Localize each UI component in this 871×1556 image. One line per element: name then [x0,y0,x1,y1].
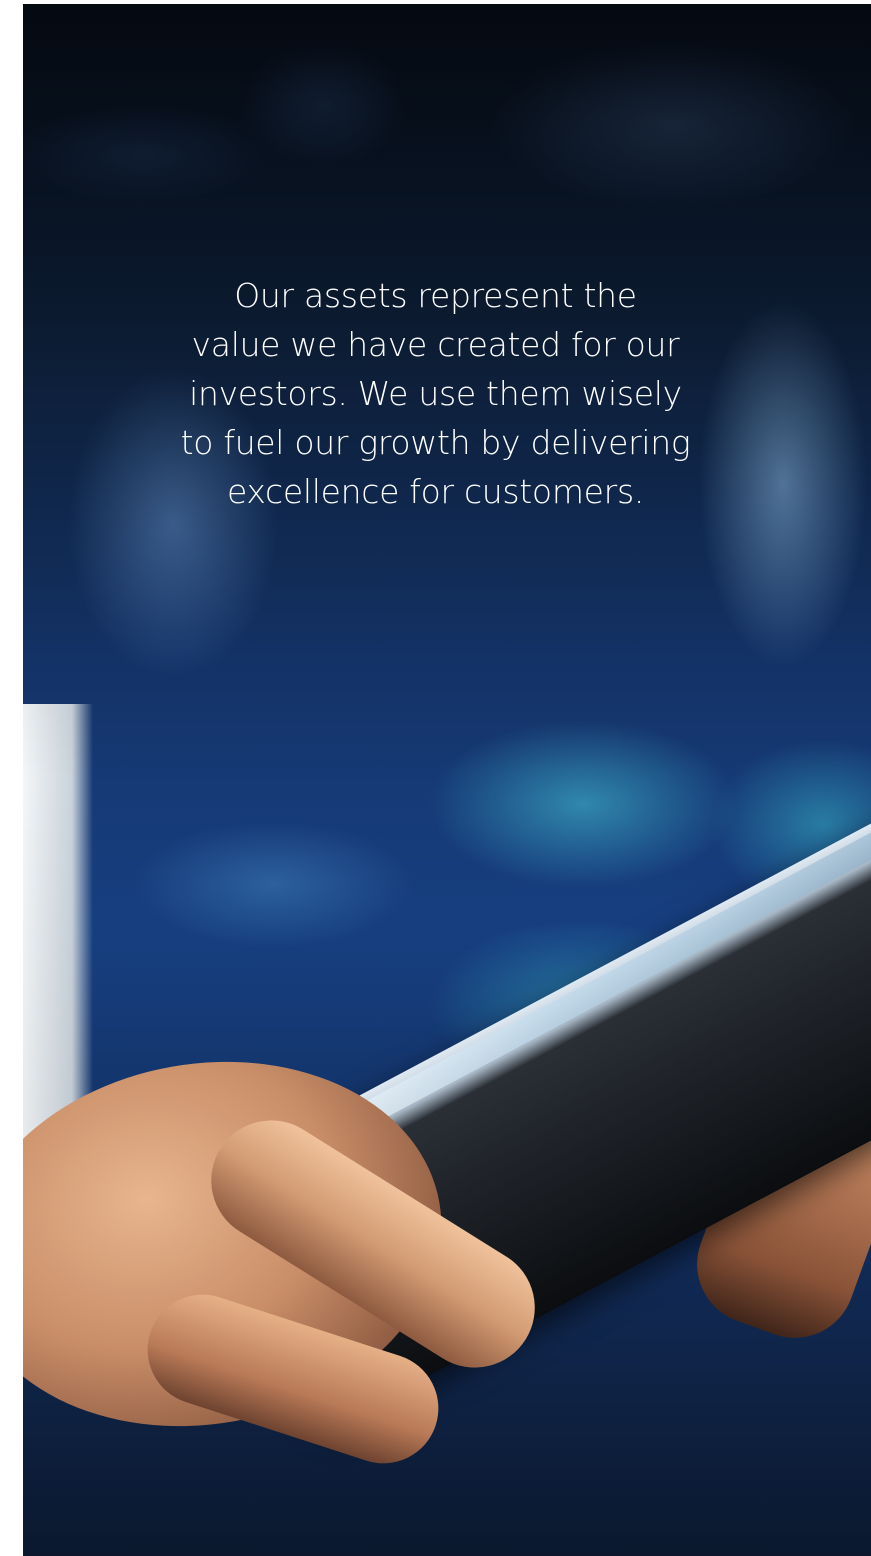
quote-line: excellence for customers. [226,472,645,511]
quote-line: investors. We use them wisely [189,374,682,413]
quote-line: Our assets represent the [234,276,637,315]
quote-line: value we have created for our [191,325,680,364]
page: Our assets represent the value we have c… [0,0,871,1556]
hero-quote: Our assets represent the value we have c… [0,271,871,516]
quote-line: to fuel our growth by delivering [180,423,691,462]
hero-image [23,4,871,1556]
